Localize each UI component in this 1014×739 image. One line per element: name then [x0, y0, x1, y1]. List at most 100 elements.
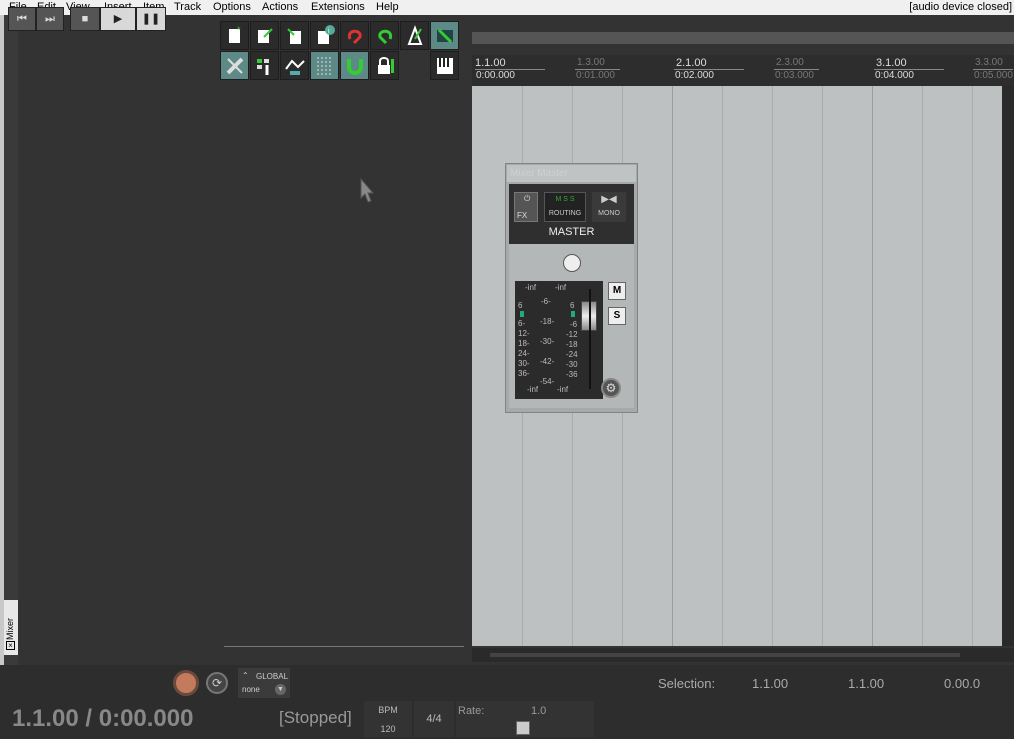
selection-length[interactable]: 0.00.0	[944, 676, 980, 691]
timeline-ruler[interactable]: 1.1.00 0:00.000 1.3.00 0:01.000 2.1.00 0…	[472, 55, 1014, 86]
scale-right: -12	[566, 330, 578, 339]
chevron-down-icon[interactable]: ▼	[275, 684, 286, 695]
snap-magnet-button[interactable]	[340, 51, 369, 80]
mixer-docker-tab[interactable]: Mixer ×	[4, 600, 18, 655]
meter-led-left	[520, 311, 524, 317]
scale-right: 6	[570, 301, 575, 310]
scale-right: -24	[566, 350, 578, 359]
selection-end[interactable]: 1.1.00	[848, 676, 884, 691]
master-fader-panel: -inf -inf 6 6- 12- 18- 24- 30- 36- -6- -…	[509, 244, 634, 408]
save-project-button[interactable]	[280, 21, 309, 50]
go-to-end-button[interactable]: ⏭	[36, 7, 64, 31]
routing-mss: M S S	[555, 196, 575, 203]
ruler-bar-label: 1.3.00	[577, 57, 605, 68]
metronome-button[interactable]	[400, 21, 429, 50]
mono-button[interactable]: ▶◀ MONO	[592, 192, 626, 222]
rate-slider-handle[interactable]	[516, 721, 530, 735]
rate-value: 1.0	[531, 705, 547, 717]
undo-button[interactable]	[340, 21, 369, 50]
lock-button[interactable]	[370, 51, 399, 80]
grid-line	[922, 86, 923, 646]
fx-button[interactable]: ⏻ FX	[514, 192, 538, 222]
master-header: ⏻ FX M S S ROUTING ▶◀ MONO MASTER	[509, 184, 634, 244]
menu-options[interactable]: Options	[213, 1, 251, 13]
grid-line	[972, 86, 973, 646]
time-position[interactable]: 1.1.00 / 0:00.000	[12, 705, 193, 733]
stop-button[interactable]: ■	[70, 7, 100, 31]
vu-meter: -inf -inf 6 6- 12- 18- 24- 30- 36- -6- -…	[515, 281, 603, 399]
play-state: [Stopped]	[279, 708, 352, 727]
horizontal-scrollbar[interactable]	[472, 648, 1014, 662]
grid-line	[722, 86, 723, 646]
envelope-points-button[interactable]	[280, 51, 309, 80]
time-signature[interactable]: 4/4	[414, 701, 454, 737]
fx-label: FX	[517, 211, 528, 220]
scale-right: -18	[566, 340, 578, 349]
mixer-master-window[interactable]: Mixer Master ⏻ FX M S S ROUTING ▶◀ MONO …	[505, 163, 638, 413]
tcp-divider	[224, 646, 464, 647]
virtual-midi-keyboard-button[interactable]	[430, 51, 459, 80]
bottom-peak-right: -inf	[557, 385, 569, 394]
grid-line	[822, 86, 823, 646]
scale-left: 6	[518, 301, 523, 310]
ruler-time-label: 0:05.000	[973, 69, 1013, 81]
solo-button[interactable]: S	[608, 307, 626, 325]
scale-left: 6-	[518, 319, 526, 328]
mute-button[interactable]: M	[608, 282, 626, 300]
scale-right: -36	[566, 370, 578, 379]
automation-mode[interactable]: ⌃ GLOBAL none ▼	[238, 668, 290, 698]
grid-line	[672, 86, 673, 646]
new-project-button[interactable]: *	[220, 21, 249, 50]
go-to-start-button[interactable]: ⏮	[8, 7, 36, 31]
bpm-label: BPM	[378, 705, 398, 715]
power-icon: ⏻	[524, 194, 531, 203]
scale-left: 24-	[518, 349, 530, 358]
bpm-box[interactable]: BPM 120	[364, 701, 412, 737]
rate-label: Rate:	[458, 705, 485, 717]
close-icon[interactable]: ×	[6, 641, 15, 650]
repeat-icon[interactable]: ⟳	[206, 672, 228, 694]
track-control-panel[interactable]	[18, 15, 470, 665]
ruler-time-label: 0:02.000	[674, 69, 744, 81]
ripple-edit-button[interactable]	[220, 51, 249, 80]
ruler-bar-label: 3.1.00	[876, 57, 907, 69]
bpm-value: 120	[380, 724, 396, 734]
global-value[interactable]: none	[242, 685, 260, 694]
scale-mid: -18-	[540, 317, 555, 326]
peak-right: -inf	[555, 283, 567, 292]
pause-button[interactable]: ❚❚	[136, 7, 166, 31]
scale-left: 12-	[518, 329, 530, 338]
record-button[interactable]	[173, 670, 199, 696]
menu-actions[interactable]: Actions	[262, 1, 298, 13]
mono-icon: ▶◀	[601, 194, 617, 205]
play-button[interactable]: ▶	[100, 7, 136, 31]
mono-label: MONO	[598, 210, 620, 217]
snap-grid-button[interactable]	[310, 51, 339, 80]
scale-right: -30	[566, 360, 578, 369]
playrate-control[interactable]: Rate: 1.0	[456, 701, 594, 737]
pan-knob[interactable]	[563, 254, 581, 272]
fader-track	[589, 289, 591, 389]
global-label: GLOBAL	[256, 672, 289, 681]
selection-start[interactable]: 1.1.00	[752, 676, 788, 691]
svg-text:*: *	[237, 25, 241, 35]
menu-help[interactable]: Help	[376, 1, 399, 13]
project-settings-button[interactable]: i	[310, 21, 339, 50]
ruler-bar-label: 2.3.00	[776, 57, 804, 68]
vertical-scrollbar[interactable]	[1002, 86, 1014, 646]
gear-icon[interactable]: ⚙	[601, 378, 621, 398]
ruler-time-label: 0:00.000	[475, 69, 545, 81]
auto-crossfade-button[interactable]	[430, 21, 459, 50]
item-grouping-button[interactable]	[250, 51, 279, 80]
scroll-track[interactable]	[490, 653, 960, 657]
docker-strip	[4, 15, 18, 665]
mixer-window-title[interactable]: Mixer Master	[507, 165, 636, 182]
open-project-button[interactable]	[250, 21, 279, 50]
routing-button[interactable]: M S S ROUTING	[544, 192, 586, 222]
menu-track[interactable]: Track	[174, 1, 201, 13]
peak-left: -inf	[525, 283, 537, 292]
redo-button[interactable]	[370, 21, 399, 50]
menu-extensions[interactable]: Extensions	[311, 1, 365, 13]
routing-label: ROUTING	[548, 210, 582, 217]
ruler-time-label: 0:03.000	[774, 69, 819, 81]
